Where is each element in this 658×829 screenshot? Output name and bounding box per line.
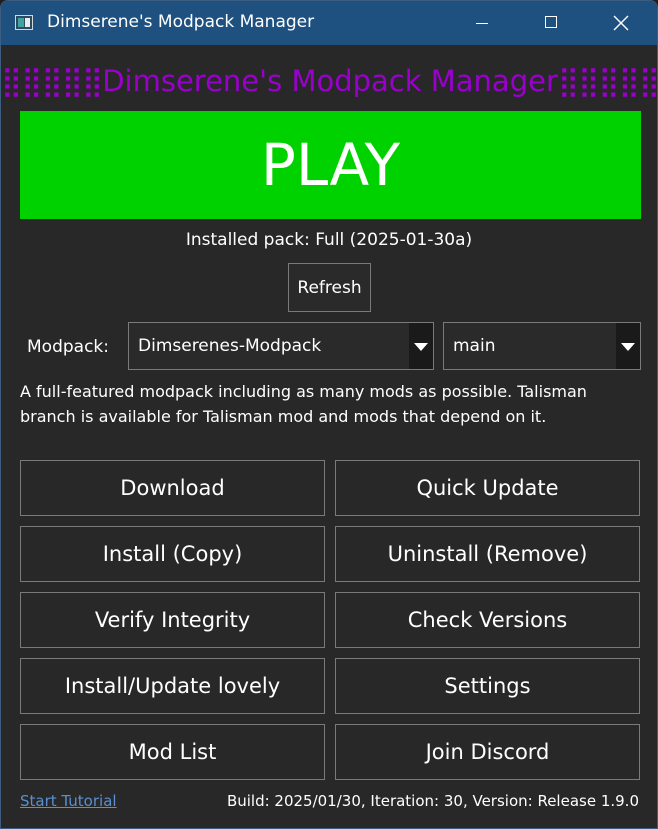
title-bar[interactable]: Dimserene's Modpack Manager <box>1 1 657 45</box>
header-title: Dimserene's Modpack Manager <box>102 64 558 98</box>
mod-list-button[interactable]: Mod List <box>20 724 325 780</box>
chevron-down-icon <box>621 343 635 351</box>
branch-select-value: main <box>453 336 496 356</box>
modpack-select-value: Dimserenes-Modpack <box>138 336 322 356</box>
uninstall-button[interactable]: Uninstall (Remove) <box>335 526 640 582</box>
verify-integrity-button[interactable]: Verify Integrity <box>20 592 325 648</box>
window-title: Dimserene's Modpack Manager <box>47 12 315 32</box>
check-versions-button[interactable]: Check Versions <box>335 592 640 648</box>
modpack-select[interactable]: Dimserenes-Modpack <box>128 322 434 370</box>
install-button[interactable]: Install (Copy) <box>20 526 325 582</box>
branch-dropdown-toggle[interactable] <box>616 323 640 369</box>
modpack-dropdown-toggle[interactable] <box>409 323 433 369</box>
maximize-icon <box>545 16 557 28</box>
app-icon <box>15 15 33 30</box>
app-window: Dimserene's Modpack Manager ⣿⣿⣿⣿⣿Dimsere… <box>0 0 658 829</box>
minimize-icon <box>476 23 488 24</box>
app-header: ⣿⣿⣿⣿⣿Dimserene's Modpack Manager⣿⣿⣿⣿⣿ <box>1 61 657 101</box>
header-decoration-left: ⣿⣿⣿⣿⣿ <box>1 64 103 98</box>
settings-button[interactable]: Settings <box>335 658 640 714</box>
play-button[interactable]: PLAY <box>20 111 641 219</box>
minimize-button[interactable] <box>459 1 505 45</box>
modpack-description: A full-featured modpack including as man… <box>20 382 587 426</box>
build-info: Build: 2025/01/30, Iteration: 30, Versio… <box>226 792 639 810</box>
install-lovely-button[interactable]: Install/Update lovely <box>20 658 325 714</box>
download-button[interactable]: Download <box>20 460 325 516</box>
close-button[interactable] <box>597 1 643 45</box>
installed-pack-label: Installed pack: Full (2025-01-30a) <box>185 230 473 250</box>
chevron-down-icon <box>414 343 428 351</box>
start-tutorial-link[interactable]: Start Tutorial <box>20 792 117 810</box>
quick-update-button[interactable]: Quick Update <box>335 460 640 516</box>
modpack-label: Modpack: <box>27 337 109 357</box>
maximize-button[interactable] <box>528 1 574 45</box>
branch-select[interactable]: main <box>443 322 641 370</box>
close-icon <box>613 15 629 31</box>
header-decoration-right: ⣿⣿⣿⣿⣿ <box>557 64 658 98</box>
join-discord-button[interactable]: Join Discord <box>335 724 640 780</box>
refresh-button[interactable]: Refresh <box>288 263 371 312</box>
